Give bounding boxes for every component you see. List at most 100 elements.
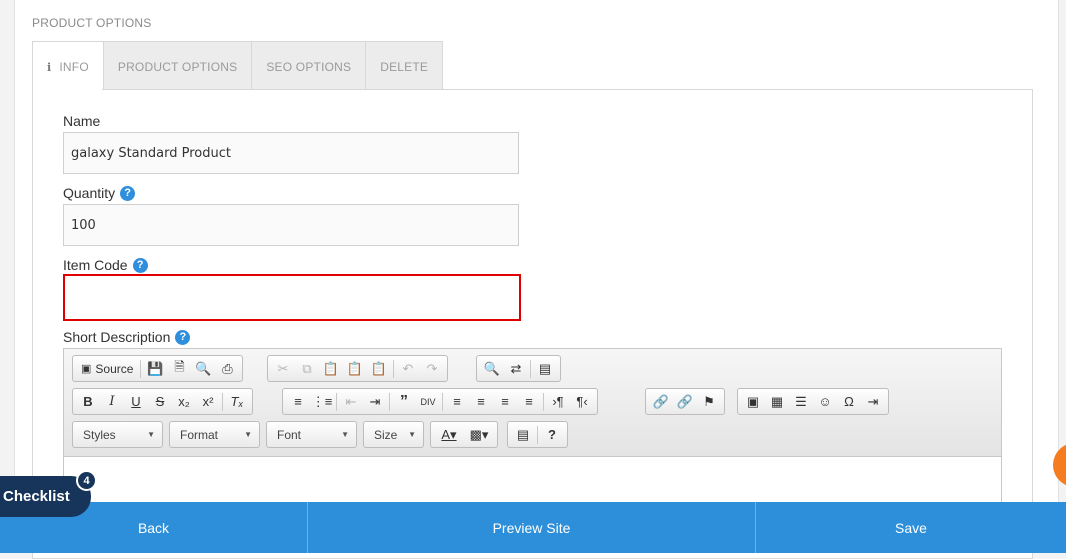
toolbar-group-paragraph: ≡ ⋮≡ ⇤ ⇥ ” DIV ≡ ≡ ≡ ≡ ›¶ ¶‹	[282, 388, 598, 415]
justify-icon[interactable]: ≡	[517, 391, 541, 413]
smiley-icon[interactable]: ☺	[813, 391, 837, 413]
tab-info[interactable]: i INFO	[32, 41, 104, 93]
bold-icon[interactable]: B	[76, 391, 100, 413]
info-icon: i	[47, 60, 52, 74]
align-center-icon[interactable]: ≡	[469, 391, 493, 413]
save-button[interactable]: Save	[756, 502, 1066, 553]
paste-icon[interactable]: 📋	[319, 358, 343, 380]
name-value: galaxy Standard Product	[71, 145, 231, 161]
item-code-field[interactable]	[63, 274, 521, 321]
quantity-label-text: Quantity	[63, 185, 116, 201]
tab-seo-options-label: SEO OPTIONS	[266, 60, 352, 74]
show-blocks-icon[interactable]: ▤	[511, 424, 535, 446]
rtl-icon[interactable]: ¶‹	[570, 391, 594, 413]
superscript-icon[interactable]: x²	[196, 391, 220, 413]
align-left-icon[interactable]: ≡	[445, 391, 469, 413]
select-all-icon[interactable]: ▤	[533, 358, 557, 380]
italic-icon[interactable]: I	[100, 391, 124, 413]
replace-icon[interactable]: ⇄	[504, 358, 528, 380]
source-icon: ▣	[81, 363, 92, 375]
name-label-text: Name	[63, 113, 101, 129]
size-select-label: Size	[374, 427, 398, 442]
save-icon[interactable]: 💾	[143, 358, 167, 380]
toolbar-group-find: 🔍 ⇄ ▤	[476, 355, 561, 382]
align-right-icon[interactable]: ≡	[493, 391, 517, 413]
print-icon[interactable]: ⎙	[215, 358, 239, 380]
blockquote-icon[interactable]: ”	[392, 391, 416, 413]
source-button[interactable]: ▣ Source	[76, 358, 138, 380]
item-code-label-text: Item Code	[63, 257, 128, 273]
section-title: PRODUCT OPTIONS	[32, 16, 152, 30]
size-select[interactable]: Size ▼	[363, 421, 424, 448]
cut-icon[interactable]: ✂	[271, 358, 295, 380]
preview-site-button[interactable]: Preview Site	[308, 502, 756, 553]
horizontal-line-icon[interactable]: ☰	[789, 391, 813, 413]
paste-word-icon[interactable]: 📋	[367, 358, 391, 380]
font-select-label: Font	[277, 427, 302, 442]
editor-toolbar: ▣ Source 💾 🗎 🔍 ⎙ ✂ ⧉ 📋 📋 📋 ↶ ↷ 🔍 ⇄ ▤ B I…	[64, 349, 1001, 457]
help-icon[interactable]: ?	[540, 424, 564, 446]
quantity-field[interactable]: 100	[63, 204, 519, 246]
page-break-icon[interactable]: ⇥	[861, 391, 885, 413]
name-label: Name	[63, 113, 100, 129]
table-icon[interactable]: ▦	[765, 391, 789, 413]
indent-icon[interactable]: ⇥	[363, 391, 387, 413]
page: PRODUCT OPTIONS i INFO PRODUCT OPTIONS S…	[0, 0, 1066, 559]
separator	[222, 392, 223, 411]
text-color-icon[interactable]: A▾	[434, 424, 464, 446]
tab-delete[interactable]: DELETE	[366, 41, 444, 93]
remove-format-icon[interactable]: Tₓ	[225, 391, 249, 413]
separator	[543, 392, 544, 411]
toolbar-group-tools: ▤ ?	[507, 421, 568, 448]
separator	[537, 425, 538, 444]
toolbar-group-basic-styles: B I U S x₂ x² Tₓ	[72, 388, 253, 415]
active-tab-join	[33, 88, 102, 91]
separator	[336, 392, 337, 411]
special-char-icon[interactable]: Ω	[837, 391, 861, 413]
div-icon[interactable]: DIV	[416, 391, 440, 413]
tab-product-options[interactable]: PRODUCT OPTIONS	[103, 41, 253, 93]
name-field[interactable]: galaxy Standard Product	[63, 132, 519, 174]
redo-icon[interactable]: ↷	[420, 358, 444, 380]
toolbar-group-clipboard: ✂ ⧉ 📋 📋 📋 ↶ ↷	[267, 355, 448, 382]
font-select[interactable]: Font ▼	[266, 421, 357, 448]
tab-product-options-label: PRODUCT OPTIONS	[117, 60, 238, 74]
image-icon[interactable]: ▣	[741, 391, 765, 413]
toolbar-group-links: 🔗 🔗 ⚑	[645, 388, 725, 415]
find-icon[interactable]: 🔍	[480, 358, 504, 380]
checklist-label: Checklist	[3, 488, 70, 505]
subscript-icon[interactable]: x₂	[172, 391, 196, 413]
undo-icon[interactable]: ↶	[396, 358, 420, 380]
ltr-icon[interactable]: ›¶	[546, 391, 570, 413]
numbered-list-icon[interactable]: ≡	[286, 391, 310, 413]
format-select[interactable]: Format ▼	[169, 421, 260, 448]
quantity-value: 100	[71, 217, 96, 233]
quantity-label: Quantity ?	[63, 185, 136, 201]
separator	[389, 392, 390, 411]
short-description-help-icon[interactable]: ?	[175, 329, 191, 345]
copy-icon[interactable]: ⧉	[295, 358, 319, 380]
separator	[442, 392, 443, 411]
background-color-icon[interactable]: ▩▾	[464, 424, 494, 446]
underline-icon[interactable]: U	[124, 391, 148, 413]
paste-text-icon[interactable]: 📋	[343, 358, 367, 380]
new-page-icon[interactable]: 🗎	[167, 358, 191, 380]
outdent-icon[interactable]: ⇤	[339, 391, 363, 413]
rich-text-editor: ▣ Source 💾 🗎 🔍 ⎙ ✂ ⧉ 📋 📋 📋 ↶ ↷ 🔍 ⇄ ▤ B I…	[63, 348, 1002, 508]
bottom-action-bar: Back Preview Site Save	[0, 502, 1066, 553]
item-code-help-icon[interactable]: ?	[132, 257, 148, 273]
tab-delete-label: DELETE	[380, 60, 429, 74]
bulleted-list-icon[interactable]: ⋮≡	[310, 391, 334, 413]
link-icon[interactable]: 🔗	[649, 391, 673, 413]
styles-select[interactable]: Styles ▼	[72, 421, 163, 448]
strike-icon[interactable]: S	[148, 391, 172, 413]
unlink-icon[interactable]: 🔗	[673, 391, 697, 413]
toolbar-group-document: ▣ Source 💾 🗎 🔍 ⎙	[72, 355, 244, 382]
quantity-help-icon[interactable]: ?	[120, 185, 136, 201]
tab-seo-options[interactable]: SEO OPTIONS	[252, 41, 367, 93]
preview-icon[interactable]: 🔍	[191, 358, 215, 380]
toolbar-group-insert: ▣ ▦ ☰ ☺ Ω ⇥	[737, 388, 889, 415]
tab-info-label: INFO	[59, 60, 89, 74]
anchor-flag-icon[interactable]: ⚑	[697, 391, 721, 413]
separator	[393, 359, 394, 378]
